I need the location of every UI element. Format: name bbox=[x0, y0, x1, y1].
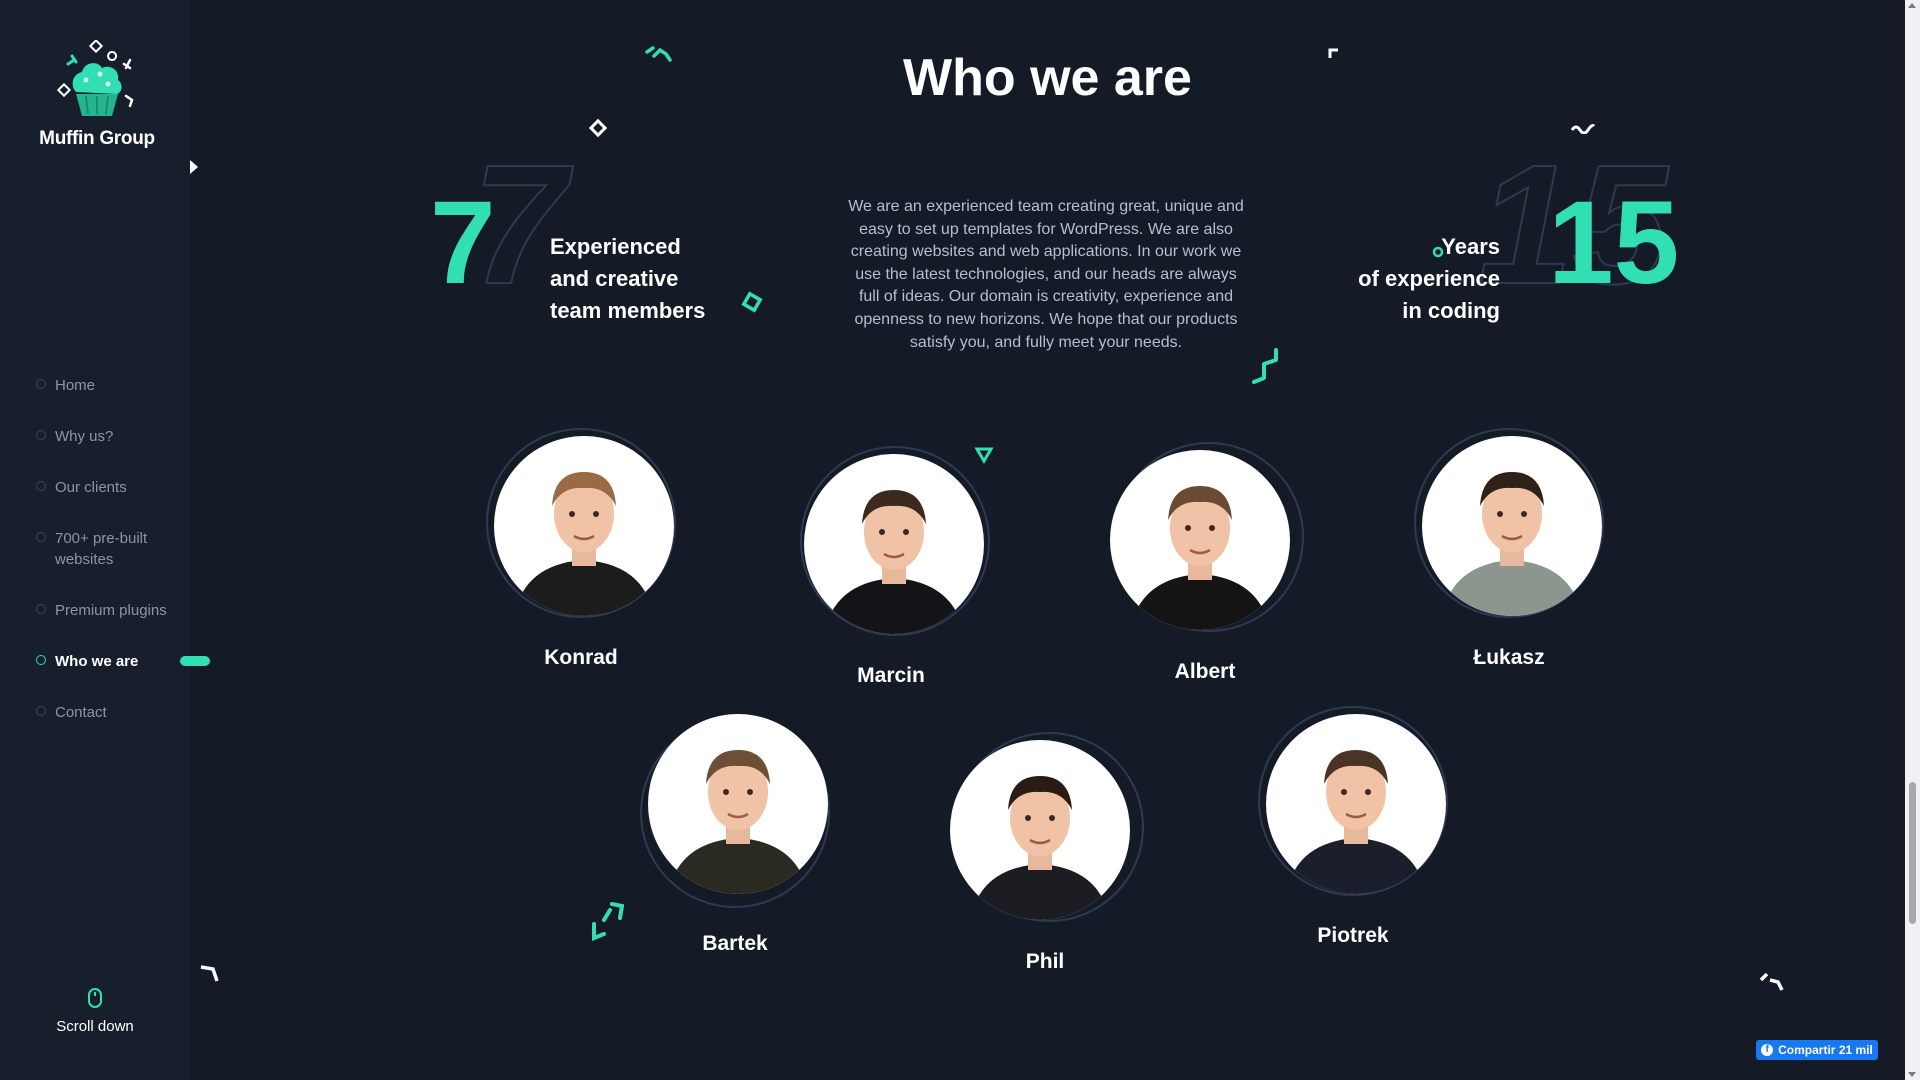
portrait-icon bbox=[1442, 472, 1582, 616]
deco-diamond-icon bbox=[741, 291, 763, 313]
deco-diamond-icon bbox=[588, 118, 608, 138]
member-name: Piotrek bbox=[1317, 924, 1389, 947]
deco-arrows-icon bbox=[592, 902, 624, 941]
logo-text: Muffin Group bbox=[39, 128, 155, 149]
portrait-icon bbox=[1130, 486, 1270, 630]
scroll-down-label: Scroll down bbox=[56, 1018, 134, 1035]
years-stat-line: of experience bbox=[1358, 266, 1500, 291]
nav-item-contact[interactable]: Contact bbox=[36, 702, 186, 723]
share-label: Compartir 21 mil bbox=[1778, 1043, 1873, 1057]
active-indicator bbox=[180, 656, 210, 666]
nav-dot bbox=[36, 655, 46, 665]
sidebar-toggle-icon[interactable] bbox=[190, 160, 198, 174]
portrait-icon bbox=[1286, 750, 1426, 894]
member-name: Łukasz bbox=[1473, 646, 1545, 669]
member-name: Albert bbox=[1174, 660, 1236, 683]
nav-item-label: Premium plugins bbox=[55, 602, 167, 619]
team-stat-line: Experienced bbox=[550, 234, 681, 259]
nav-item-label: Who we are bbox=[55, 653, 139, 670]
page-title: Who we are bbox=[903, 49, 1192, 107]
sidebar: Muffin Group Home Why us? Our clients 70… bbox=[0, 0, 210, 1080]
scrollbar-thumb[interactable] bbox=[1909, 782, 1916, 924]
avatar bbox=[1422, 436, 1602, 616]
member-name: Konrad bbox=[544, 646, 618, 669]
member-name: Phil bbox=[1025, 950, 1065, 973]
nav-item-label: Our clients bbox=[55, 479, 127, 496]
mouse-icon bbox=[88, 988, 102, 1008]
nav-item-plugins[interactable]: Premium plugins bbox=[36, 600, 186, 621]
section-nav: Home Why us? Our clients 700+ pre-built … bbox=[36, 375, 210, 723]
portrait-icon bbox=[824, 490, 964, 634]
team-member-card: Albert bbox=[1110, 442, 1304, 684]
avatar bbox=[1266, 714, 1446, 894]
nav-dot bbox=[36, 706, 46, 716]
deco-zigzag-icon bbox=[1252, 348, 1278, 384]
scroll-down-button[interactable]: Scroll down bbox=[40, 988, 150, 1035]
nav-dot bbox=[36, 481, 46, 491]
nav-item-why-us[interactable]: Why us? bbox=[36, 426, 186, 447]
about-paragraph: We are an experienced team creating grea… bbox=[848, 198, 1244, 351]
scroll-down-arrow-icon[interactable] bbox=[1908, 1072, 1916, 1077]
team-member-card: Marcin bbox=[796, 446, 990, 688]
portrait-icon bbox=[668, 750, 808, 894]
nav-dot bbox=[36, 532, 46, 542]
avatar bbox=[648, 714, 828, 894]
deco-corner-icon bbox=[1759, 972, 1784, 991]
years-stat-line: Years bbox=[1441, 234, 1500, 259]
facebook-share-button[interactable]: f Compartir 21 mil bbox=[1756, 1040, 1878, 1060]
scrollbar[interactable] bbox=[1905, 0, 1920, 1080]
team-member-card: Bartek bbox=[640, 714, 830, 956]
portrait-icon bbox=[970, 776, 1110, 920]
nav-item-home[interactable]: Home bbox=[36, 375, 186, 396]
nav-item-websites[interactable]: 700+ pre-built websites bbox=[36, 528, 186, 570]
scroll-up-arrow-icon[interactable] bbox=[1908, 3, 1916, 8]
nav-item-label: 700+ pre-built websites bbox=[55, 530, 148, 568]
years-stat-number: 15 bbox=[1548, 177, 1680, 309]
nav-dot bbox=[36, 379, 46, 389]
nav-item-who-we-are[interactable]: Who we are bbox=[36, 651, 210, 672]
team-member-card: Łukasz bbox=[1414, 428, 1604, 670]
team-stat-number: 7 bbox=[430, 177, 496, 309]
team-member-card: Piotrek bbox=[1258, 706, 1448, 948]
nav-item-label: Why us? bbox=[55, 428, 114, 445]
team-stat-line: team members bbox=[550, 298, 706, 323]
portrait-icon bbox=[514, 472, 654, 616]
member-name: Bartek bbox=[702, 932, 768, 955]
avatar bbox=[494, 436, 674, 616]
nav-item-label: Home bbox=[55, 377, 96, 394]
years-stat-text: Years of experience in coding bbox=[1340, 231, 1500, 327]
team-member-card: Phil bbox=[950, 732, 1144, 974]
nav-item-label: Contact bbox=[55, 704, 107, 721]
deco-corner-icon bbox=[200, 965, 219, 982]
nav-item-our-clients[interactable]: Our clients bbox=[36, 477, 186, 498]
avatar bbox=[1110, 450, 1290, 630]
facebook-icon: f bbox=[1761, 1044, 1774, 1056]
nav-dot bbox=[36, 430, 46, 440]
member-name: Marcin bbox=[857, 664, 925, 687]
avatar bbox=[950, 740, 1130, 920]
nav-dot bbox=[36, 604, 46, 614]
team-stat-text: Experienced and creative team members bbox=[550, 231, 705, 327]
team-member-card: Konrad bbox=[486, 428, 676, 670]
team-stat-line: and creative bbox=[550, 266, 679, 291]
years-stat-line: in coding bbox=[1402, 298, 1500, 323]
avatar bbox=[804, 454, 984, 634]
